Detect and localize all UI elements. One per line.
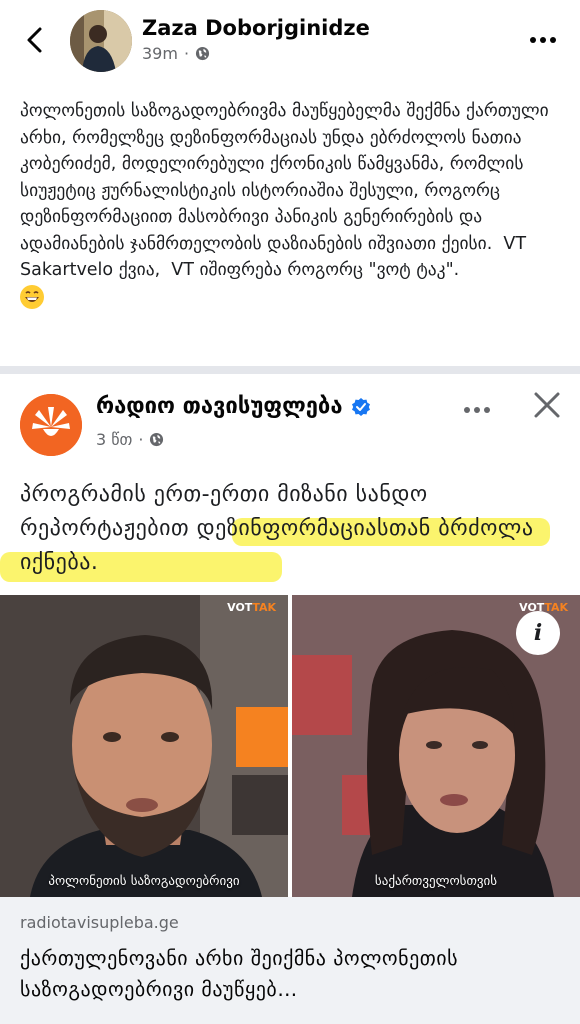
image-caption: საქართველოსთვის [374,874,498,889]
link-preview[interactable]: radiotavisupleba.ge ქართულენოვანი არხი შ… [0,897,580,1024]
image-caption: პოლონეთის საზოგადოებრივი [48,874,240,889]
link-title[interactable]: ქართულენოვანი არხი შეიქმნა პოლონეთის საზ… [20,943,565,1005]
avatar-photo [70,10,132,72]
shared-meta: 3 წთ · [96,430,164,449]
shared-more-options-icon[interactable] [462,400,492,420]
watermark-part-a: VOT [227,601,253,614]
back-arrow-icon[interactable] [20,24,52,56]
shared-post: რადიო თავისუფლება 3 წთ · პროგრამის ერთ-ე… [0,374,580,1024]
watermark-part-b: TAK [544,601,568,614]
shared-page-name[interactable]: რადიო თავისუფლება [96,394,343,419]
separator-dot: · [183,44,190,63]
grinning-face-emoji [20,284,44,309]
divider [0,366,580,374]
globe-icon [150,432,164,447]
vottak-watermark: VOTTAK [227,601,276,614]
info-button[interactable]: i [516,611,560,655]
shared-post-text: პროგრამის ერთ-ერთი მიზანი სანდო რეპორტაჟ… [20,478,565,580]
shared-time[interactable]: 3 წთ [96,430,132,449]
man-portrait-image [0,595,288,897]
author-avatar[interactable] [70,10,132,72]
link-domain: radiotavisupleba.ge [20,913,179,932]
post-meta: 39m · [142,44,210,63]
globe-icon [195,46,210,61]
post-text: პოლონეთის საზოგადოებრივმა მაუწყებელმა შე… [20,101,555,280]
author-name[interactable]: Zaza Doborjginidze [142,16,370,40]
post-time[interactable]: 39m [142,44,178,63]
watermark-part-b: TAK [252,601,276,614]
verified-badge-icon [351,397,370,416]
image-left[interactable]: VOTTAK პოლონეთის საზოგადოებრივი [0,595,288,897]
post-header: Zaza Doborjginidze 39m · [0,0,580,88]
more-options-icon[interactable] [528,30,558,50]
shared-page-name-row: რადიო თავისუფლება [96,394,371,419]
separator-dot: · [138,430,144,449]
radio-liberty-logo-icon[interactable] [20,394,82,456]
close-icon[interactable] [532,390,562,420]
post-body: პოლონეთის საზოგადოებრივმა მაუწყებელმა შე… [20,98,565,310]
image-right[interactable]: VOTTAK i საქართველოსთვის [292,595,580,897]
